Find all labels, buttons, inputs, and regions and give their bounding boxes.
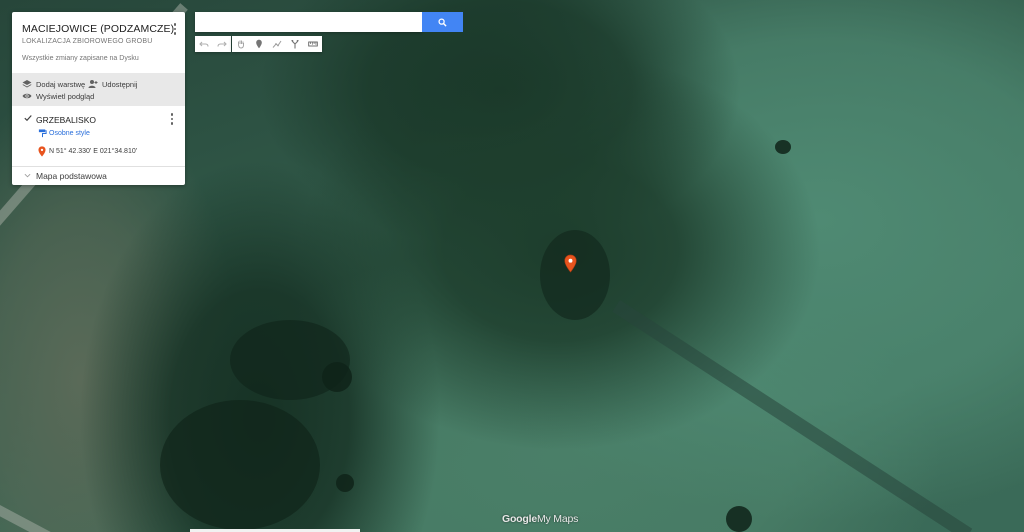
map-dirt-path: [612, 300, 973, 532]
map-options-kebab-icon[interactable]: [170, 22, 180, 36]
preview-button[interactable]: Wyświetl podgląd: [22, 91, 94, 101]
search-button[interactable]: [422, 12, 463, 32]
share-label: Udostępnij: [102, 79, 138, 89]
redo-icon: [217, 41, 227, 47]
map-bush: [540, 230, 610, 320]
map-bush: [336, 474, 354, 492]
feature-coordinates-item[interactable]: N 51° 42.330' E 021°34.810': [49, 148, 137, 155]
undo-button[interactable]: [195, 36, 213, 52]
layer-options-kebab-icon[interactable]: [167, 112, 177, 126]
map-marker-pin-icon[interactable]: [564, 254, 577, 273]
preview-label: Wyświetl podgląd: [36, 91, 95, 101]
directions-icon: [291, 40, 299, 49]
map-legend-panel: MACIEJOWICE (PODZAMCZE) LOKALIZACJA ZBIO…: [12, 12, 185, 185]
layer-checkbox-checked-icon[interactable]: [24, 114, 32, 122]
ruler-icon: [308, 41, 318, 47]
search-input[interactable]: [195, 12, 422, 32]
eye-icon: [22, 93, 32, 99]
hand-icon: [238, 40, 244, 49]
map-bush: [160, 400, 320, 530]
search-icon: [438, 17, 447, 27]
add-marker-icon: [256, 39, 262, 49]
save-status: Wszystkie zmiany zapisane na Dysku: [22, 55, 139, 62]
map-bush: [230, 320, 350, 400]
undo-icon: [199, 41, 209, 47]
drawing-toolbar: [232, 36, 322, 52]
chevron-down-icon[interactable]: [24, 172, 31, 179]
directions-button[interactable]: [286, 36, 304, 52]
map-bush: [726, 506, 752, 532]
map-description[interactable]: LOKALIZACJA ZBIOROWEGO GROBU: [22, 38, 152, 45]
map-actions-bar: Dodaj warstwę Udostępnij Wyświetl podglą…: [12, 73, 185, 106]
layer-name[interactable]: GRZEBALISKO: [36, 115, 96, 125]
paint-roller-icon: [38, 129, 47, 138]
redo-button[interactable]: [213, 36, 231, 52]
individual-styles-link[interactable]: Osobne style: [49, 130, 90, 137]
layers-icon: [22, 80, 32, 88]
add-layer-label: Dodaj warstwę: [36, 79, 86, 89]
share-button[interactable]: Udostępnij: [88, 79, 137, 89]
panel-divider: [12, 166, 185, 167]
base-map-toggle[interactable]: Mapa podstawowa: [36, 171, 107, 181]
product-name: My Maps: [536, 513, 579, 525]
measure-button[interactable]: [304, 36, 322, 52]
map-title[interactable]: MACIEJOWICE (PODZAMCZE): [22, 23, 174, 35]
hand-tool-button[interactable]: [232, 36, 250, 52]
google-logo-text: Google: [502, 513, 537, 525]
draw-line-icon: [272, 40, 282, 48]
map-road: [0, 505, 53, 532]
person-add-icon: [88, 80, 98, 88]
history-toolbar: [195, 36, 231, 52]
location-pin-icon: [38, 146, 46, 157]
add-layer-button[interactable]: Dodaj warstwę: [22, 79, 85, 89]
map-bush: [775, 140, 791, 154]
draw-line-button[interactable]: [268, 36, 286, 52]
add-marker-button[interactable]: [250, 36, 268, 52]
google-my-maps-logo: GoogleMy Maps: [502, 513, 578, 525]
